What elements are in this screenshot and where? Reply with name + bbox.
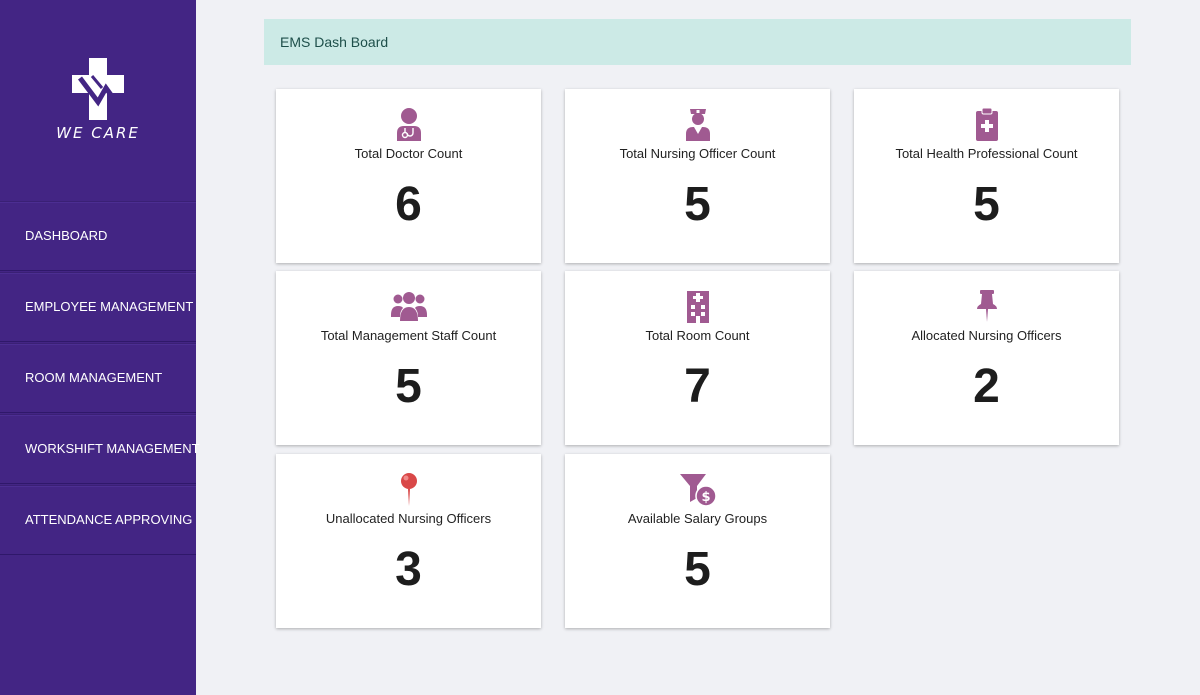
medical-cross-logo-icon bbox=[72, 58, 124, 120]
card-value: 5 bbox=[684, 543, 711, 596]
stat-card-salary-groups[interactable]: $ Available Salary Groups 5 bbox=[565, 454, 830, 628]
users-group-icon bbox=[390, 292, 427, 321]
stat-card-allocated-nursing-officers[interactable]: Allocated Nursing Officers 2 bbox=[854, 271, 1119, 445]
card-label: Total Nursing Officer Count bbox=[619, 146, 776, 161]
sidebar-item-employee-management[interactable]: EMPLOYEE MANAGEMENT bbox=[0, 272, 196, 342]
stat-card-unallocated-nursing-officers[interactable]: Unallocated Nursing Officers 3 bbox=[276, 454, 541, 628]
card-value: 3 bbox=[395, 543, 422, 596]
svg-text:$: $ bbox=[701, 490, 710, 505]
salary-funnel-icon: $ bbox=[679, 474, 717, 507]
card-value: 5 bbox=[684, 178, 711, 231]
app-logo[interactable]: WE CARE bbox=[16, 58, 180, 148]
pushpin-icon bbox=[976, 290, 997, 322]
sidebar-item-workshift-management[interactable]: WORKSHIFT MANAGEMENT bbox=[0, 414, 200, 484]
sidebar-nav: DASHBOARD EMPLOYEE MANAGEMENT ROOM MANAG… bbox=[0, 201, 200, 555]
stat-card-health-professional[interactable]: Total Health Professional Count 5 bbox=[854, 89, 1119, 263]
card-label: Total Room Count bbox=[645, 328, 750, 343]
doctor-icon bbox=[396, 108, 421, 141]
card-value: 5 bbox=[395, 360, 422, 413]
hospital-building-icon bbox=[686, 291, 709, 323]
card-value: 2 bbox=[973, 360, 1000, 413]
sidebar-item-dashboard[interactable]: DASHBOARD bbox=[0, 201, 196, 271]
page-title-bar: EMS Dash Board bbox=[264, 19, 1131, 65]
map-pin-icon bbox=[400, 473, 417, 506]
card-value: 6 bbox=[395, 178, 422, 231]
logo-text: WE CARE bbox=[56, 124, 140, 142]
card-label: Available Salary Groups bbox=[627, 511, 768, 526]
card-label: Unallocated Nursing Officers bbox=[325, 511, 492, 526]
sidebar-item-room-management[interactable]: ROOM MANAGEMENT bbox=[0, 343, 196, 413]
stat-card-management-staff[interactable]: Total Management Staff Count 5 bbox=[276, 271, 541, 445]
sidebar: WE CARE DASHBOARD EMPLOYEE MANAGEMENT RO… bbox=[0, 0, 200, 695]
card-value: 5 bbox=[973, 178, 1000, 231]
card-value: 7 bbox=[684, 360, 711, 413]
stat-card-room[interactable]: Total Room Count 7 bbox=[565, 271, 830, 445]
card-label: Total Management Staff Count bbox=[320, 328, 497, 343]
stat-card-doctor[interactable]: Total Doctor Count 6 bbox=[276, 89, 541, 263]
stat-card-nursing-officer[interactable]: Total Nursing Officer Count 5 bbox=[565, 89, 830, 263]
card-label: Allocated Nursing Officers bbox=[911, 328, 1062, 343]
card-label: Total Health Professional Count bbox=[895, 146, 1078, 161]
nurse-icon bbox=[685, 109, 710, 141]
card-label: Total Doctor Count bbox=[354, 146, 463, 161]
medical-clipboard-icon bbox=[975, 107, 998, 141]
page-title: EMS Dash Board bbox=[280, 34, 389, 50]
sidebar-item-attendance-approving[interactable]: ATTENDANCE APPROVING bbox=[0, 485, 196, 555]
